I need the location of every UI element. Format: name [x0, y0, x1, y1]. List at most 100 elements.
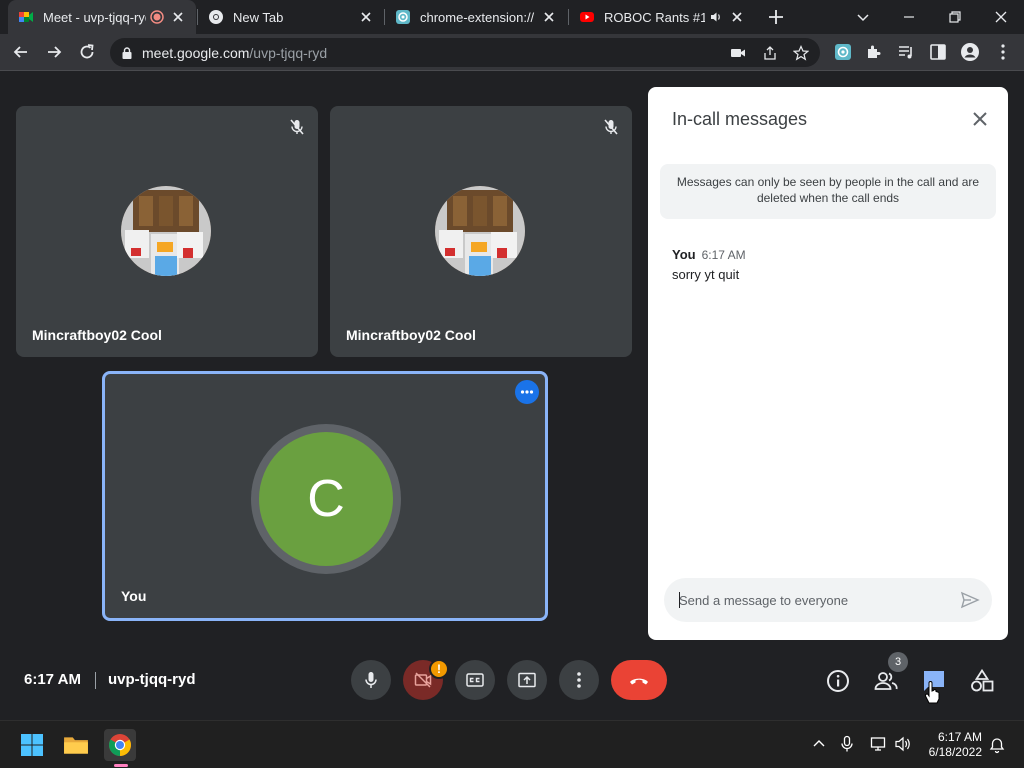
windows-logo-icon [21, 734, 43, 756]
panel-title: In-call messages [672, 109, 808, 129]
tab-title: Meet - uvp-tjqq-ryd [43, 9, 146, 25]
participant-tile[interactable]: Mincraftboy02 Cool [330, 106, 632, 357]
url-text: meet.google.com/uvp-tjqq-ryd [142, 44, 328, 61]
camera-in-use-icon[interactable] [730, 45, 746, 61]
message-time: 6:17 AM [701, 248, 746, 262]
browser-tabstrip: Meet - uvp-tjqq-ryd New Tab chrome-exten… [0, 0, 1024, 34]
close-tab-icon[interactable] [358, 9, 374, 25]
minimize-icon[interactable] [899, 7, 919, 27]
chrome-menu-icon[interactable] [993, 42, 1013, 62]
taskbar-time: 6:17 AM [937, 730, 982, 744]
participant-avatar [121, 186, 211, 276]
youtube-favicon-icon [580, 12, 594, 22]
leave-call-button[interactable] [611, 660, 667, 700]
present-screen-button[interactable] [507, 660, 547, 700]
more-vert-icon [577, 672, 581, 688]
microphone-icon [365, 672, 377, 688]
tab-title: chrome-extension://hh [420, 9, 535, 25]
windows-taskbar: 6:17 AM 6/18/2022 [0, 720, 1024, 768]
meeting-details-info-icon[interactable] [825, 668, 851, 694]
message-input[interactable] [679, 592, 939, 608]
notifications-do-not-disturb-icon[interactable] [988, 736, 1006, 754]
in-call-messages-panel: In-call messages Messages can only be se… [648, 87, 1008, 640]
self-name: You [121, 588, 147, 604]
google-meet-favicon-icon [19, 12, 33, 22]
muted-mic-icon [290, 119, 304, 135]
new-tab-plus-icon[interactable] [766, 7, 786, 27]
send-icon[interactable] [960, 590, 980, 610]
tab-extension[interactable]: chrome-extension://hh [385, 0, 567, 34]
chrome-taskbar-button[interactable] [104, 729, 136, 761]
captions-button[interactable] [455, 660, 495, 700]
camera-warning-badge[interactable]: ! [429, 659, 449, 679]
present-screen-icon [518, 672, 536, 688]
hang-up-phone-icon [630, 678, 648, 685]
people-count-badge: 3 [888, 652, 908, 672]
back-arrow-icon[interactable] [11, 42, 31, 62]
file-explorer-button[interactable] [60, 729, 92, 761]
meeting-code: uvp-tjqq-ryd [108, 671, 196, 688]
tab-youtube[interactable]: ROBOC Rants #1: S [569, 0, 755, 34]
tab-title: New Tab [233, 9, 284, 25]
chrome-logo-icon [109, 734, 131, 756]
active-app-indicator [114, 764, 128, 767]
minecraft-avatar-icon [435, 186, 525, 276]
tab-new-tab[interactable]: New Tab [198, 0, 384, 34]
activities-shapes-icon[interactable] [969, 668, 995, 694]
more-options-button[interactable] [515, 380, 539, 404]
message-sender: You [672, 247, 696, 262]
bookmark-star-icon[interactable] [793, 45, 809, 61]
lock-icon[interactable] [120, 46, 134, 60]
address-bar[interactable]: meet.google.com/uvp-tjqq-ryd [110, 38, 820, 67]
participant-name: Mincraftboy02 Cool [32, 327, 162, 343]
minecraft-avatar-icon [121, 186, 211, 276]
extension-shortcut-icon[interactable] [833, 42, 853, 62]
close-tab-icon[interactable] [541, 9, 557, 25]
speaker-audio-icon[interactable] [709, 10, 723, 24]
text-caret [679, 592, 680, 608]
more-options-button[interactable] [559, 660, 599, 700]
self-avatar: C [259, 432, 393, 566]
show-hidden-icons-chevron-icon[interactable] [810, 735, 828, 753]
chrome-favicon-icon [209, 10, 223, 24]
muted-mic-icon [604, 119, 618, 135]
participant-tile[interactable]: Mincraftboy02 Cool [16, 106, 318, 357]
start-button[interactable] [16, 729, 48, 761]
closed-captions-icon [466, 673, 484, 687]
close-tab-icon[interactable] [170, 9, 186, 25]
folder-icon [64, 737, 88, 754]
tab-meet[interactable]: Meet - uvp-tjqq-ryd [8, 0, 196, 34]
share-icon[interactable] [762, 45, 778, 61]
microphone-in-use-icon[interactable] [838, 735, 856, 753]
side-panel-icon[interactable] [928, 42, 948, 62]
message-composer[interactable] [664, 578, 992, 622]
self-tile[interactable]: C You [102, 371, 548, 621]
participant-name: Mincraftboy02 Cool [346, 327, 476, 343]
media-control-icon[interactable] [896, 42, 916, 62]
tab-title: ROBOC Rants #1: S [604, 9, 705, 25]
self-avatar-ring: C [251, 424, 401, 574]
participant-avatar [435, 186, 525, 276]
extensions-puzzle-icon[interactable] [864, 42, 884, 62]
recording-icon [150, 10, 164, 24]
tab-search-chevron-icon[interactable] [853, 7, 873, 27]
chat-notice: Messages can only be seen by people in t… [660, 164, 996, 219]
network-icon[interactable] [870, 735, 888, 753]
close-tab-icon[interactable] [729, 9, 745, 25]
extension-favicon-icon [396, 10, 410, 24]
close-panel-icon[interactable] [970, 109, 990, 129]
reload-icon[interactable] [77, 42, 97, 62]
microphone-button[interactable] [351, 660, 391, 700]
message-text: sorry yt quit [672, 267, 740, 282]
close-window-icon[interactable] [991, 7, 1011, 27]
volume-icon[interactable] [894, 735, 912, 753]
restore-icon[interactable] [945, 7, 965, 27]
browser-toolbar: meet.google.com/uvp-tjqq-ryd [0, 34, 1024, 71]
hand-cursor-icon [924, 681, 940, 704]
forward-arrow-icon[interactable] [44, 42, 64, 62]
meeting-clock: 6:17 AM [24, 671, 81, 688]
more-horiz-icon [520, 390, 534, 394]
people-icon[interactable] [873, 668, 899, 694]
profile-avatar-icon[interactable] [960, 42, 980, 62]
taskbar-clock[interactable]: 6:17 AM 6/18/2022 [926, 730, 982, 760]
